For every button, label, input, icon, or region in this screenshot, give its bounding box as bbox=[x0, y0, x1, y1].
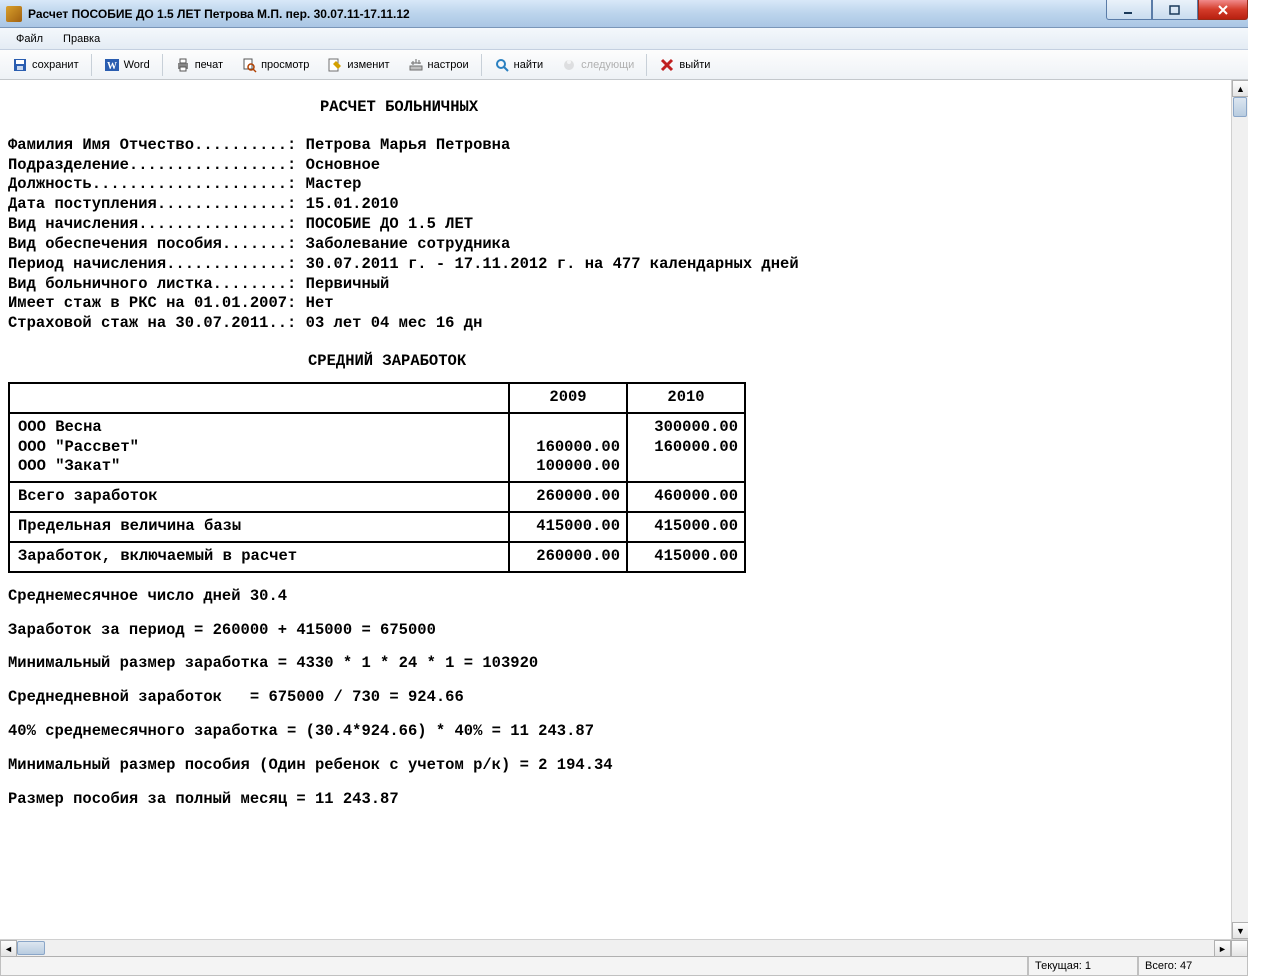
calc-line: Минимальный размер пособия (Один ребенок… bbox=[8, 756, 1223, 776]
report-content: РАСЧЕТ БОЛЬНИЧНЫХ Фамилия Имя Отчество..… bbox=[0, 80, 1231, 939]
scroll-up-button[interactable]: ▲ bbox=[1232, 80, 1248, 97]
edit-icon bbox=[327, 57, 343, 73]
report-line: Имеет стаж в РКС на 01.01.2007: Нет bbox=[8, 294, 1223, 314]
close-button[interactable] bbox=[1198, 0, 1248, 20]
report-line: Период начисления.............: 30.07.20… bbox=[8, 255, 1223, 275]
report-line: Фамилия Имя Отчество..........: Петрова … bbox=[8, 136, 1223, 156]
th-year2: 2010 bbox=[627, 383, 745, 413]
document-area: РАСЧЕТ БОЛЬНИЧНЫХ Фамилия Имя Отчество..… bbox=[0, 80, 1248, 956]
report-line: Вид обеспечения пособия.......: Заболева… bbox=[8, 235, 1223, 255]
scroll-left-button[interactable]: ◄ bbox=[0, 940, 17, 956]
word-button[interactable]: W Word bbox=[96, 53, 158, 77]
save-icon bbox=[12, 57, 28, 73]
word-label: Word bbox=[124, 59, 150, 71]
print-label: печат bbox=[195, 59, 223, 71]
exit-icon bbox=[659, 57, 675, 73]
menu-edit[interactable]: Правка bbox=[53, 30, 110, 48]
scroll-right-button[interactable]: ► bbox=[1214, 940, 1231, 956]
scroll-thumb-h[interactable] bbox=[17, 941, 45, 955]
org-y2: 300000.00 160000.00 bbox=[627, 413, 745, 482]
total-y2: 460000.00 bbox=[627, 482, 745, 512]
statusbar: Текущая: 1 Всего: 47 bbox=[0, 956, 1248, 976]
exit-button[interactable]: выйти bbox=[651, 53, 718, 77]
report-line: Вид начисления................: ПОСОБИЕ … bbox=[8, 215, 1223, 235]
org-y1: 160000.00 100000.00 bbox=[509, 413, 627, 482]
modify-button[interactable]: изменит bbox=[319, 53, 397, 77]
total-y1: 260000.00 bbox=[509, 482, 627, 512]
find-icon bbox=[494, 57, 510, 73]
earnings-table: 2009 2010 ООО Весна ООО "Рассвет" ООО "З… bbox=[8, 382, 746, 573]
th-year1: 2009 bbox=[509, 383, 627, 413]
settings-label: настрои bbox=[428, 59, 469, 71]
find-button[interactable]: найти bbox=[486, 53, 552, 77]
maximize-button[interactable] bbox=[1152, 0, 1198, 20]
incl-label: Заработок, включаемый в расчет bbox=[9, 542, 509, 572]
scroll-down-button[interactable]: ▼ bbox=[1232, 922, 1248, 939]
report-line: Подразделение.................: Основное bbox=[8, 156, 1223, 176]
print-icon bbox=[175, 57, 191, 73]
calc-line: Минимальный размер заработка = 4330 * 1 … bbox=[8, 654, 1223, 674]
calc-line: Размер пособия за полный месяц = 11 243.… bbox=[8, 790, 1223, 810]
word-icon: W bbox=[104, 57, 120, 73]
calc-line: Среднедневной заработок = 675000 / 730 =… bbox=[8, 688, 1223, 708]
save-label: сохранит bbox=[32, 59, 79, 71]
print-button[interactable]: печат bbox=[167, 53, 231, 77]
report-title: РАСЧЕТ БОЛЬНИЧНЫХ bbox=[8, 98, 1223, 118]
horizontal-scrollbar[interactable]: ◄ ► bbox=[0, 939, 1248, 956]
calc-line: 40% среднемесячного заработка = (30.4*92… bbox=[8, 722, 1223, 742]
preview-icon bbox=[241, 57, 257, 73]
limit-y2: 415000.00 bbox=[627, 512, 745, 542]
next-button: следующи bbox=[553, 53, 642, 77]
find-label: найти bbox=[514, 59, 544, 71]
svg-text:W: W bbox=[107, 61, 117, 72]
section-title: СРЕДНИЙ ЗАРАБОТОК bbox=[8, 352, 1223, 372]
menubar: Файл Правка bbox=[0, 28, 1248, 50]
incl-y2: 415000.00 bbox=[627, 542, 745, 572]
menu-file[interactable]: Файл bbox=[6, 30, 53, 48]
preview-label: просмотр bbox=[261, 59, 309, 71]
org-names: ООО Весна ООО "Рассвет" ООО "Закат" bbox=[9, 413, 509, 482]
minimize-button[interactable] bbox=[1106, 0, 1152, 20]
calc-line: Заработок за период = 260000 + 415000 = … bbox=[8, 621, 1223, 641]
modify-label: изменит bbox=[347, 59, 389, 71]
settings-icon bbox=[408, 57, 424, 73]
preview-button[interactable]: просмотр bbox=[233, 53, 317, 77]
th-empty bbox=[9, 383, 509, 413]
report-line: Должность.....................: Мастер bbox=[8, 175, 1223, 195]
status-total: Всего: 47 bbox=[1138, 957, 1248, 976]
limit-label: Предельная величина базы bbox=[9, 512, 509, 542]
scroll-thumb-v[interactable] bbox=[1233, 97, 1247, 117]
titlebar: Расчет ПОСОБИЕ ДО 1.5 ЛЕТ Петрова М.П. п… bbox=[0, 0, 1248, 28]
exit-label: выйти bbox=[679, 59, 710, 71]
total-label: Всего заработок bbox=[9, 482, 509, 512]
report-line: Страховой стаж на 30.07.2011..: 03 лет 0… bbox=[8, 314, 1223, 334]
vertical-scrollbar[interactable]: ▲ ▼ bbox=[1231, 80, 1248, 939]
status-current: Текущая: 1 bbox=[1028, 957, 1138, 976]
window-title: Расчет ПОСОБИЕ ДО 1.5 ЛЕТ Петрова М.П. п… bbox=[28, 7, 1106, 21]
settings-button[interactable]: настрои bbox=[400, 53, 477, 77]
calc-line: Среднемесячное число дней 30.4 bbox=[8, 587, 1223, 607]
next-label: следующи bbox=[581, 59, 634, 71]
limit-y1: 415000.00 bbox=[509, 512, 627, 542]
next-icon bbox=[561, 57, 577, 73]
status-spacer bbox=[0, 957, 1028, 976]
report-line: Вид больничного листка........: Первичны… bbox=[8, 275, 1223, 295]
app-icon bbox=[6, 6, 22, 22]
incl-y1: 260000.00 bbox=[509, 542, 627, 572]
report-line: Дата поступления..............: 15.01.20… bbox=[8, 195, 1223, 215]
toolbar: сохранит W Word печат просмотр изменит н… bbox=[0, 50, 1248, 80]
save-button[interactable]: сохранит bbox=[4, 53, 87, 77]
scroll-corner bbox=[1231, 940, 1248, 956]
